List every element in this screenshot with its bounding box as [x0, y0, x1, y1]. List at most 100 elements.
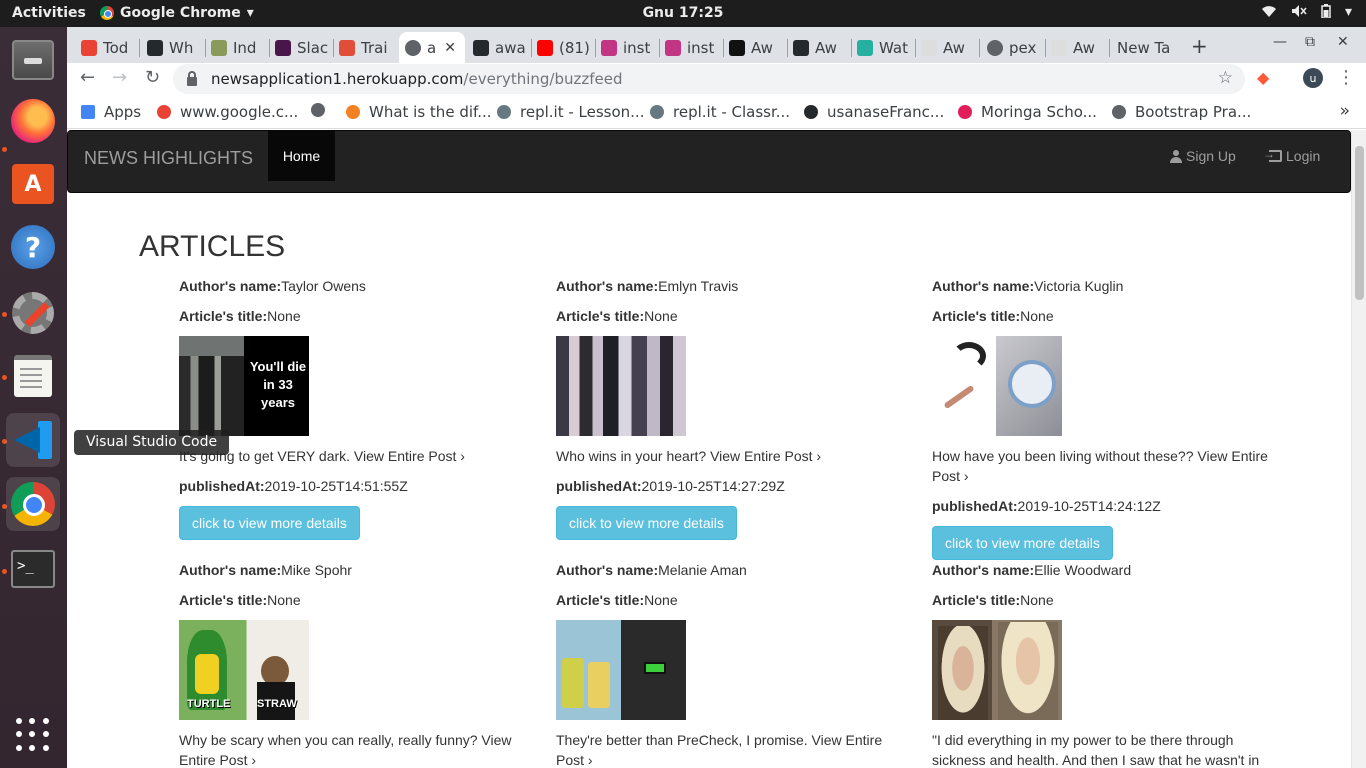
volume-muted-icon[interactable] [1291, 4, 1307, 22]
browser-tab[interactable]: New Ta [1111, 32, 1181, 63]
app-menu[interactable]: Google Chrome ▾ [100, 5, 254, 21]
github-icon [804, 105, 818, 119]
close-tab-icon[interactable]: ✕ [444, 40, 456, 56]
bookmark-star-icon[interactable]: ☆ [1218, 68, 1233, 88]
clock[interactable]: Gnu 17:25 [643, 5, 724, 21]
author-name: Mike Spohr [281, 562, 352, 578]
thumbnail-caption: STRAW [257, 698, 297, 710]
apps-grid-icon [16, 718, 50, 752]
site-brand[interactable]: NEWS HIGHLIGHTS [84, 148, 253, 169]
browser-tab[interactable]: Ind [205, 32, 269, 63]
browser-tab[interactable]: pex [981, 32, 1045, 63]
wifi-icon[interactable] [1261, 4, 1277, 22]
article-card: Author's name:Mike Spohr Article's title… [179, 560, 524, 768]
bookmark-item[interactable]: repl.it - Classr... [650, 103, 790, 121]
article-description: "I did everything in my power to be ther… [932, 732, 1260, 768]
article-card: Author's name:Victoria Kuglin Article's … [932, 276, 1277, 560]
view-details-button[interactable]: click to view more details [556, 506, 737, 540]
login-link[interactable]: Login [1263, 147, 1321, 164]
bookmark-item[interactable]: Bootstrap Pra... [1112, 103, 1251, 121]
forward-button[interactable]: → [112, 67, 127, 88]
dock-firefox[interactable] [6, 94, 60, 148]
sign-up-label: Sign Up [1186, 148, 1236, 164]
github-icon [473, 39, 489, 56]
dock-chrome[interactable] [6, 477, 60, 531]
plant-icon [211, 39, 227, 56]
url-path: /everything/buzzfeed [463, 70, 623, 88]
browser-tab[interactable]: Aw [915, 32, 979, 63]
sign-up-link[interactable]: Sign Up [1170, 148, 1236, 164]
browser-tab[interactable]: Wh [141, 32, 205, 63]
bookmark-item[interactable]: Apps [81, 103, 141, 121]
system-top-bar: Activities Google Chrome ▾ Gnu 17:25 ▾ [0, 0, 1366, 27]
training-icon [339, 39, 355, 56]
dock-settings[interactable] [6, 286, 60, 340]
browser-tab[interactable]: inst [659, 32, 723, 63]
close-window-button[interactable]: ✕ [1337, 34, 1349, 50]
browser-tab[interactable]: Trai [333, 32, 397, 63]
browser-tab[interactable]: Slac [269, 32, 333, 63]
dock-ubuntu-software[interactable]: A [6, 157, 60, 211]
browser-tab[interactable]: Wat [851, 32, 915, 63]
dock-vscode[interactable] [6, 413, 60, 467]
bookmark-item[interactable]: repl.it - Lesson... [497, 103, 644, 121]
profile-avatar[interactable]: u [1303, 68, 1323, 88]
address-bar[interactable]: newsapplication1.herokuapp.com/everythin… [173, 64, 1245, 94]
running-indicator [2, 147, 7, 152]
minimize-button[interactable]: — [1273, 34, 1287, 50]
system-tray[interactable]: ▾ [1261, 4, 1352, 22]
back-button[interactable]: ← [80, 67, 95, 88]
browser-tab[interactable]: Tod [75, 32, 139, 63]
bookmark-label: repl.it - Lesson... [520, 103, 645, 121]
article-thumbnail [932, 336, 1062, 436]
scrollbar-thumb[interactable] [1355, 146, 1364, 300]
bookmark-item[interactable]: Moringa Scho... [958, 103, 1097, 121]
bookmark-item[interactable] [311, 103, 334, 117]
maximize-button[interactable]: ⧉ [1305, 34, 1315, 50]
tab-label: Wat [879, 38, 908, 57]
firefox-icon [11, 99, 55, 143]
page-scrollbar[interactable] [1351, 130, 1366, 768]
published-label: publishedAt: [179, 478, 265, 494]
view-details-button[interactable]: click to view more details [932, 526, 1113, 560]
gmail-icon [81, 39, 97, 56]
browser-tab[interactable]: a ✕ [399, 32, 465, 63]
author-name: Taylor Owens [281, 278, 366, 294]
pexels-alt-icon [921, 39, 937, 56]
dock-help[interactable]: ? [6, 220, 60, 274]
browser-tab[interactable]: Aw [723, 32, 787, 63]
browser-tab[interactable]: inst [595, 32, 659, 63]
published-at: 2019-10-25T14:27:29Z [641, 478, 785, 494]
help-icon: ? [11, 225, 55, 269]
browser-tab[interactable]: (81) [531, 32, 595, 63]
page-viewport: NEWS HIGHLIGHTS Home Sign Up Login ARTIC… [67, 130, 1351, 768]
dock-files[interactable] [6, 33, 60, 87]
bookmark-label: Apps [104, 103, 142, 121]
more-bookmarks-icon[interactable]: » [1340, 101, 1350, 121]
chevron-down-icon[interactable]: ▾ [1345, 4, 1352, 22]
bookmark-item[interactable]: usanaseFranc... [804, 103, 944, 121]
reload-button[interactable]: ↻ [145, 67, 160, 88]
lock-icon[interactable] [187, 70, 197, 86]
github-icon [793, 39, 809, 56]
bookmark-item[interactable]: www.google.c... [157, 103, 298, 121]
tab-label: inst [687, 38, 715, 57]
article-title: None [1020, 592, 1054, 608]
new-tab-button[interactable]: + [1191, 34, 1208, 58]
browser-tab[interactable]: awa [467, 32, 531, 63]
browser-tab[interactable]: Aw [1045, 32, 1109, 63]
bookmark-item[interactable]: What is the dif... [346, 103, 492, 121]
battery-icon[interactable] [1321, 4, 1331, 22]
show-applications-button[interactable] [6, 708, 60, 762]
dock-text-editor[interactable] [6, 349, 60, 403]
login-label: Login [1286, 148, 1321, 164]
tab-separator [979, 39, 980, 57]
bookmark-label: Bootstrap Pra... [1135, 103, 1252, 121]
chrome-menu-icon[interactable]: ⋮ [1337, 67, 1355, 88]
dock-terminal[interactable]: >_ [6, 542, 60, 596]
activities-button[interactable]: Activities [12, 5, 86, 21]
browser-tab[interactable]: Aw [787, 32, 851, 63]
nav-home-link[interactable]: Home [268, 131, 335, 181]
view-details-button[interactable]: click to view more details [179, 506, 360, 540]
extension-icon[interactable]: ◆ [1257, 68, 1275, 87]
